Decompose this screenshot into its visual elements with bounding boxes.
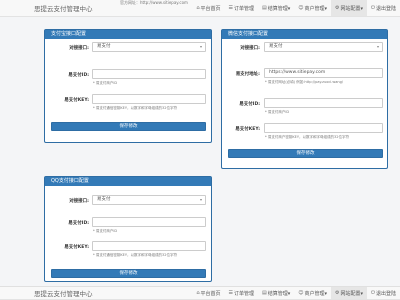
nav-merchants-label: 商户管理▾ xyxy=(304,5,328,12)
alipay-iface-value: 易支付 xyxy=(97,44,111,49)
nav-settlement-label-bottom: 结算管理▾ xyxy=(267,290,291,297)
list-icon: ☰ xyxy=(228,290,234,296)
wechat-pid-input[interactable] xyxy=(264,98,383,108)
wechat-url-label: 易支付地址: xyxy=(235,72,260,77)
qq-pid-input[interactable] xyxy=(92,217,206,227)
official-url[interactable]: 官方网址：http://www.sitiepay.com xyxy=(120,0,188,6)
wechat-pid-hint: * 易支付商户ID xyxy=(265,110,290,114)
qq-panel-title: QQ支付接口配置 xyxy=(45,177,211,186)
qq-iface-select[interactable]: 易支付 ▾ xyxy=(92,195,206,205)
qq-pid-hint: * 易支付商户ID xyxy=(93,229,118,233)
alipay-pid-label: 易支付ID: xyxy=(68,73,89,78)
alipay-save-button[interactable]: 保存修改 xyxy=(51,122,206,131)
nav-settlement-bottom[interactable]: ▤ 结算管理▾ xyxy=(258,287,294,299)
chevron-down-icon: ▾ xyxy=(199,44,202,49)
wechat-key-label: 易支付KEY: xyxy=(235,127,260,132)
user-icon: ☺ xyxy=(298,290,304,296)
nav-home-bottom[interactable]: ⌂ 平台首页 xyxy=(192,287,224,299)
alipay-pid-input[interactable] xyxy=(92,69,206,79)
alipay-config-panel: 支付宝接口配置 对接接口: 易支付 ▾ 易支付ID: * 易支付商户ID 易支付… xyxy=(44,29,212,143)
wechat-url-hint: * 易支付网址(必填) 例如:http://pay.zuoci.wang/ xyxy=(265,80,343,84)
qq-iface-value: 易支付 xyxy=(97,197,111,202)
qq-iface-label: 对接接口: xyxy=(69,199,89,204)
wechat-key-input[interactable] xyxy=(264,123,383,133)
nav-orders-label-bottom: 订单管理 xyxy=(234,290,255,297)
alipay-pid-hint: * 易支付商户ID xyxy=(93,81,118,85)
bottom-nav: ⌂ 平台首页 ☰ 订单管理 ▤ 结算管理▾ ☺ 商户管理▾ ⚙ 网站配置▾ ⏻ 退出登陆 xyxy=(192,287,400,299)
qq-config-panel: QQ支付接口配置 对接接口: 易支付 ▾ 易支付ID: * 易支付商户ID 易支… xyxy=(44,176,212,282)
bottom-navbar: 思提云支付管理中心 ⌂ 平台首页 ☰ 订单管理 ▤ 结算管理▾ ☺ 商户管理▾ ⚙ 网站配… xyxy=(0,286,400,300)
power-icon: ⏻ xyxy=(371,5,375,11)
top-nav: ⌂ 平台首页 ☰ 订单管理 ▤ 结算管理▾ ☺ 商户管理▾ ⚙ 网站配置▾ ⏻ 退出登陆 xyxy=(192,0,400,16)
brand-title[interactable]: 思提云支付管理中心 xyxy=(0,3,93,13)
nav-merchants-bottom[interactable]: ☺ 商户管理▾ xyxy=(294,287,331,299)
wechat-key-hint: * 易支付商户密钥KEY，以数字和字母组成的32位字符 xyxy=(265,135,349,139)
nav-merchants-label-bottom: 商户管理▾ xyxy=(304,290,328,297)
home-icon: ⌂ xyxy=(196,290,200,296)
wechat-panel-title: 微信支付接口配置 xyxy=(222,30,387,39)
nav-orders-bottom[interactable]: ☰ 订单管理 xyxy=(225,287,259,299)
nav-site-config-label: 网站配置▾ xyxy=(340,5,364,12)
wechat-url-input[interactable]: https://www.sitiepay.com xyxy=(264,68,383,78)
chevron-down-icon: ▾ xyxy=(199,197,202,202)
nav-site-config-label-bottom: 网站配置▾ xyxy=(340,290,364,297)
nav-logout-label: 退出登陆 xyxy=(375,5,396,12)
power-icon: ⏻ xyxy=(371,290,375,296)
nav-orders-label: 订单管理 xyxy=(234,5,255,12)
nav-home[interactable]: ⌂ 平台首页 xyxy=(192,0,224,16)
gear-icon: ⚙ xyxy=(335,290,340,296)
wechat-save-button[interactable]: 保存修改 xyxy=(228,149,383,158)
brand-title-bottom[interactable]: 思提云支付管理中心 xyxy=(0,288,93,298)
top-navbar: 官方网址：http://www.sitiepay.com 思提云支付管理中心 ⌂… xyxy=(0,0,400,17)
qq-save-button[interactable]: 保存修改 xyxy=(51,269,206,278)
nav-merchants[interactable]: ☺ 商户管理▾ xyxy=(294,0,331,16)
nav-site-config[interactable]: ⚙ 网站配置▾ xyxy=(331,0,368,16)
wechat-iface-value: 易支付 xyxy=(269,44,283,49)
user-icon: ☺ xyxy=(298,5,304,11)
alipay-key-label: 易支付KEY: xyxy=(64,98,89,103)
wechat-url-value: https://www.sitiepay.com xyxy=(269,70,326,75)
wechat-pid-label: 易支付ID: xyxy=(239,102,260,107)
list-icon: ☰ xyxy=(228,5,234,11)
qq-pid-label: 易支付ID: xyxy=(68,221,89,226)
home-icon: ⌂ xyxy=(196,5,200,11)
nav-settlement[interactable]: ▤ 结算管理▾ xyxy=(258,0,294,16)
alipay-key-input[interactable] xyxy=(92,94,206,104)
qq-key-input[interactable] xyxy=(92,241,206,251)
nav-orders[interactable]: ☰ 订单管理 xyxy=(225,0,259,16)
chevron-down-icon: ▾ xyxy=(376,44,379,49)
nav-logout-label-bottom: 退出登陆 xyxy=(375,290,396,297)
qq-key-hint: * 易支付通信密钥KEY，以数字和字母组成的32位字符 xyxy=(93,253,177,257)
wechat-iface-select[interactable]: 易支付 ▾ xyxy=(264,42,383,52)
nav-home-label-bottom: 平台首页 xyxy=(200,290,221,297)
wechat-config-panel: 微信支付接口配置 对接接口: 易支付 ▾ 易支付地址: https://www.… xyxy=(221,29,388,169)
nav-home-label: 平台首页 xyxy=(200,5,221,12)
nav-logout[interactable]: ⏻ 退出登陆 xyxy=(367,0,400,16)
alipay-iface-select[interactable]: 易支付 ▾ xyxy=(92,42,206,52)
qq-key-label: 易支付KEY: xyxy=(64,245,89,250)
alipay-iface-label: 对接接口: xyxy=(69,46,89,51)
table-icon: ▤ xyxy=(262,5,267,11)
nav-settlement-label: 结算管理▾ xyxy=(267,5,291,12)
gear-icon: ⚙ xyxy=(335,5,340,11)
nav-site-config-bottom[interactable]: ⚙ 网站配置▾ xyxy=(331,287,368,299)
wechat-iface-label: 对接接口: xyxy=(240,46,260,51)
nav-logout-bottom[interactable]: ⏻ 退出登陆 xyxy=(367,287,400,299)
table-icon: ▤ xyxy=(262,290,267,296)
alipay-key-hint: * 易支付通信密钥KEY，以数字和字母组成的32位字符 xyxy=(93,106,177,110)
alipay-panel-title: 支付宝接口配置 xyxy=(45,30,211,39)
